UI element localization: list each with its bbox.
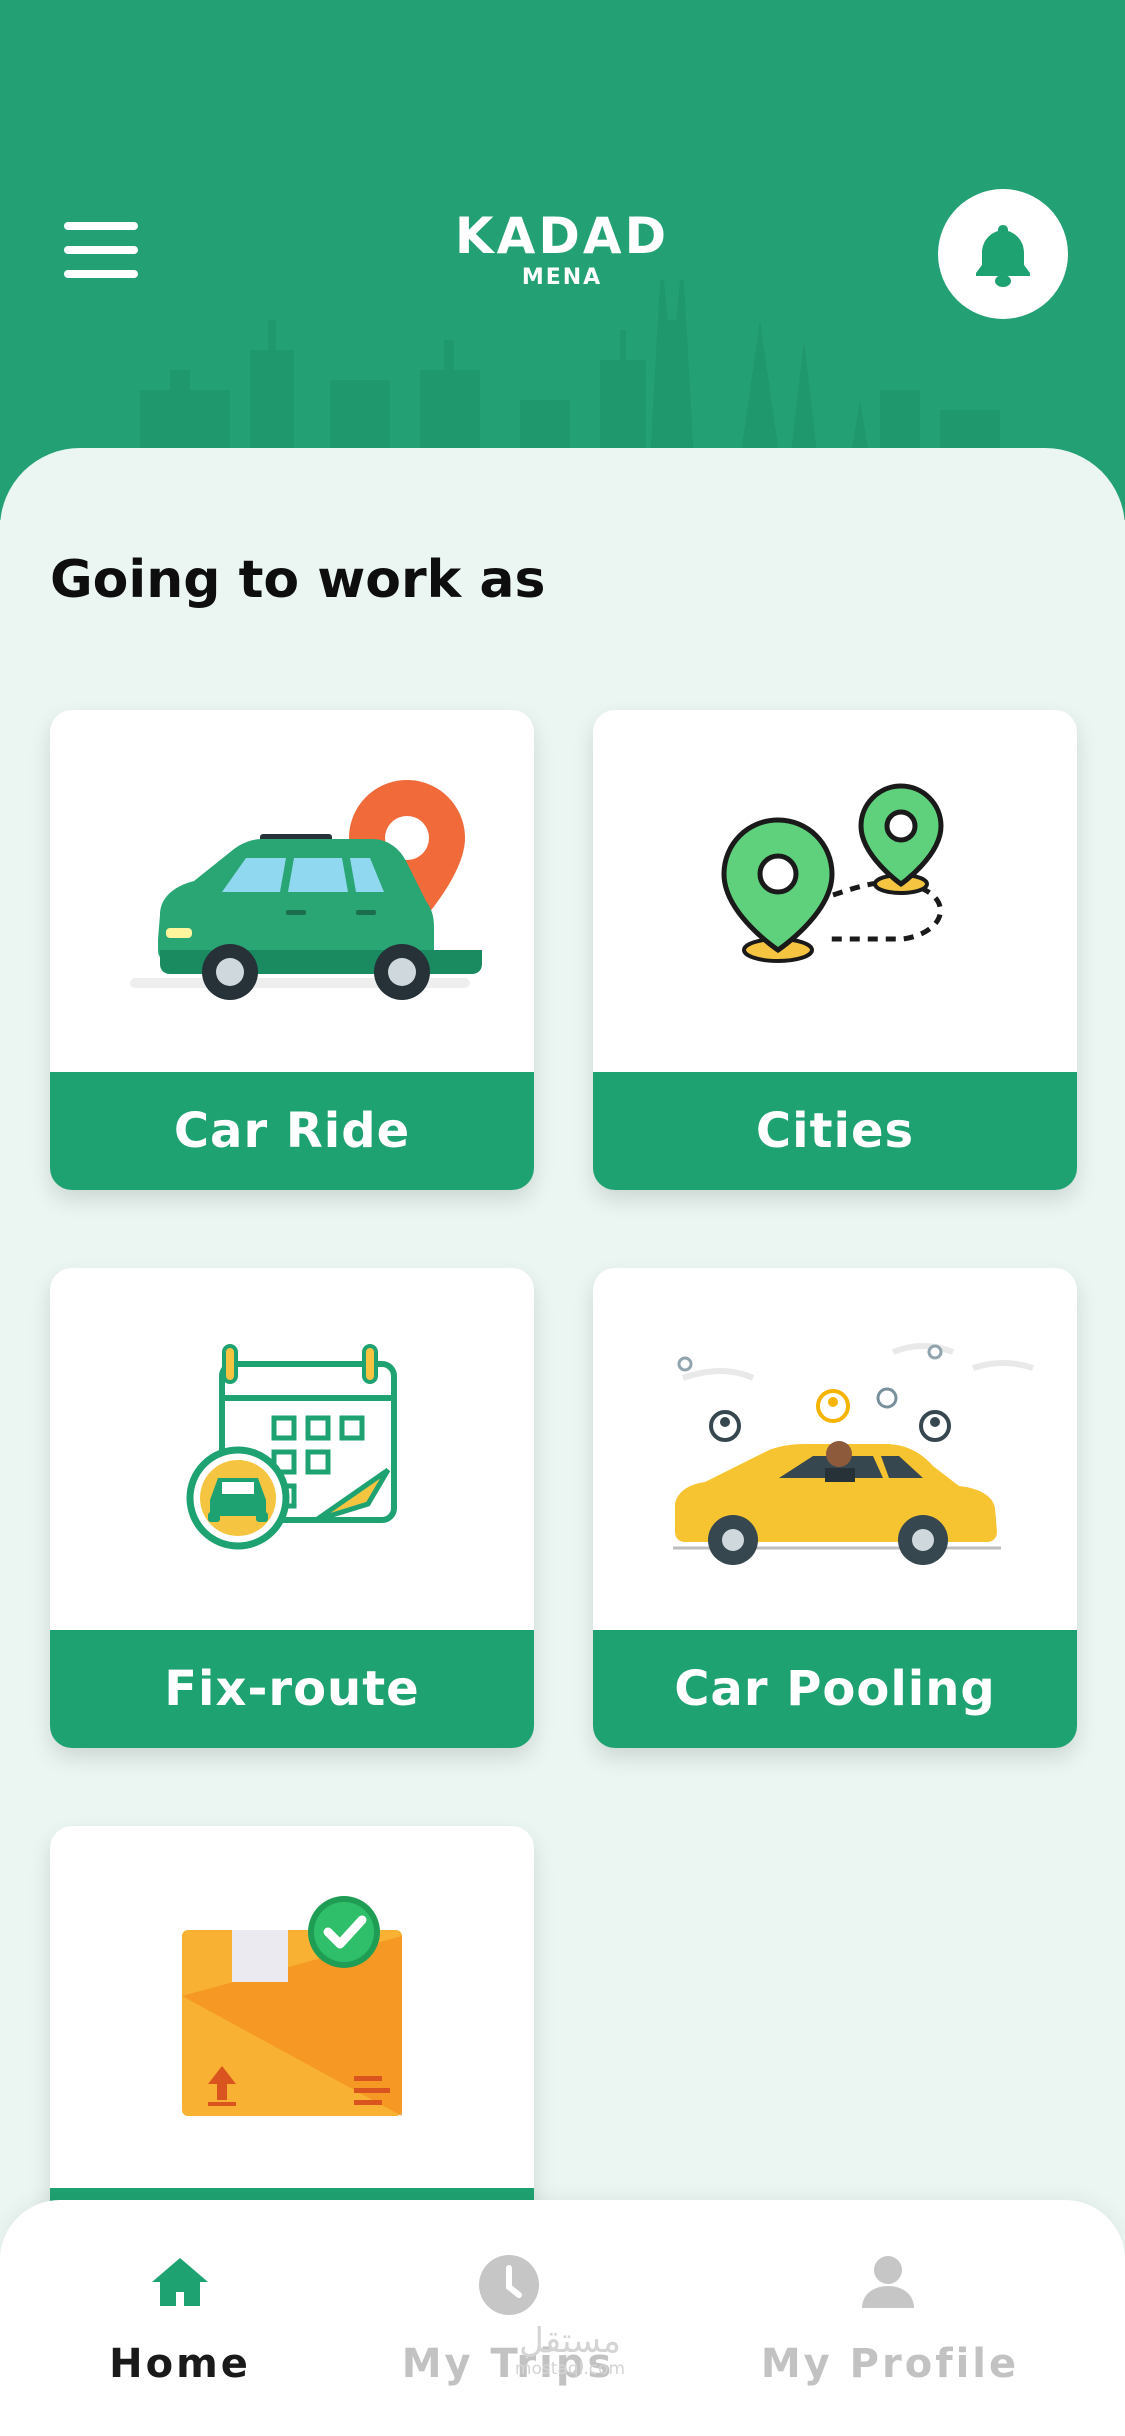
brand-logo: KADAD MENA [362,208,762,292]
section-title: Going to work as [50,550,546,610]
car-ride-illustration [50,710,534,1072]
cities-label: Cities [593,1072,1077,1190]
brand-subtitle: MENA [521,265,603,290]
nav-my-profile[interactable]: My Profile [710,2200,1070,2436]
car-ride-card[interactable]: Car Ride [50,710,534,1190]
menu-line-icon [64,222,138,230]
fix-route-illustration [50,1268,534,1630]
nav-my-profile-label: My Profile [760,2341,1020,2387]
yellow-car-with-driver-icon [673,1343,1034,1565]
fix-route-label: Fix-route [50,1630,534,1748]
nav-my-trips[interactable]: My Trips [328,2200,688,2436]
city-skyline-decoration [140,280,1000,460]
cities-card[interactable]: Cities [593,710,1077,1190]
watermark-arabic: مستقل [519,2321,621,2361]
home-icon [152,2258,208,2306]
bottom-navigation: Home My Trips My Profile [0,2200,1125,2436]
nav-home[interactable]: Home [0,2200,360,2436]
watermark-latin: mostaql.com [514,2359,626,2379]
delivery-illustration [50,1826,534,2188]
calendar-car-icon [186,1344,397,1550]
car-pooling-card[interactable]: Car Pooling [593,1268,1077,1748]
car-pooling-illustration [593,1268,1077,1630]
clock-icon [479,2255,539,2315]
car-ride-label: Car Ride [50,1072,534,1190]
app-header: KADAD MENA [0,0,1125,520]
green-car-with-pin-icon [130,780,482,1000]
bell-icon [976,225,1030,287]
menu-line-icon [64,270,138,278]
menu-line-icon [64,246,138,254]
package-box-icon [182,1896,402,2116]
menu-button[interactable] [60,212,144,288]
brand-title: KADAD [454,207,670,265]
watermark-logo: مستقل mostaql.com [490,2322,650,2382]
nav-home-label: Home [109,2341,251,2387]
location-pins-route-icon [721,783,944,963]
car-pooling-label: Car Pooling [593,1630,1077,1748]
notifications-button[interactable] [938,189,1068,319]
fix-route-card[interactable]: Fix-route [50,1268,534,1748]
cities-illustration [593,710,1077,1072]
profile-icon [862,2256,914,2308]
main-content: Going to work as Car Ride Cities Fix-rou… [0,448,1125,2436]
